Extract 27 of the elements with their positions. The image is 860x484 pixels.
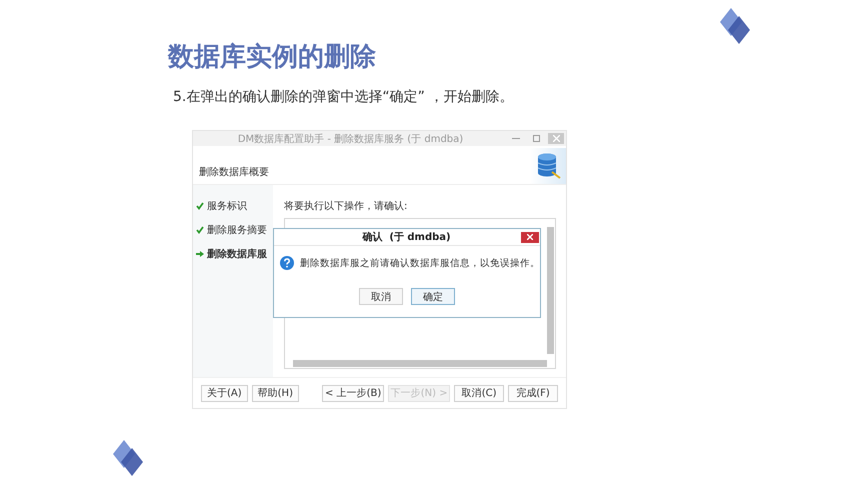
footer-button[interactable]: 帮助(H) [252, 384, 299, 402]
wizard-step: 服务标识 [196, 199, 273, 213]
instruction-text: 5.在弹出的确认删除的弹窗中选择“确定” ，开始删除。 [173, 88, 514, 106]
wizard-button[interactable]: 完成(F) [508, 384, 558, 402]
wizard-step: 删除服务摘要 [196, 223, 273, 237]
wizard-button[interactable]: < 上一步(B) [322, 384, 384, 402]
page-title: 删除数据库概要 [199, 166, 269, 179]
check-icon [196, 226, 204, 234]
wizard-button[interactable]: 取消(C) [454, 384, 504, 402]
database-icon [530, 148, 566, 184]
dialog-button[interactable]: 取消 [359, 288, 403, 305]
question-icon [280, 256, 294, 270]
diamond-icon [720, 8, 750, 44]
close-icon[interactable] [521, 232, 539, 242]
check-icon [196, 202, 204, 210]
footer-button[interactable]: 关于(A) [201, 384, 248, 402]
slide-heading: 数据库实例的删除 [168, 41, 376, 74]
arrow-icon [196, 250, 204, 258]
horizontal-scrollbar[interactable] [293, 360, 547, 367]
wizard-step: 删除数据库服 [196, 247, 273, 261]
diamond-icon [113, 440, 143, 476]
dialog-button[interactable]: 确定 [411, 288, 455, 305]
vertical-scrollbar[interactable] [547, 227, 554, 354]
dialog-message: 删除数据库服之前请确认数据库服信息，以免误操作。 [300, 256, 540, 270]
window-title: DM数据库配置助手 - 删除数据库服务 (于 dmdba) [236, 132, 464, 146]
prompt-text: 将要执行以下操作，请确认: [284, 200, 408, 213]
dialog-title: 确认 (于 dmdba) [361, 230, 452, 244]
